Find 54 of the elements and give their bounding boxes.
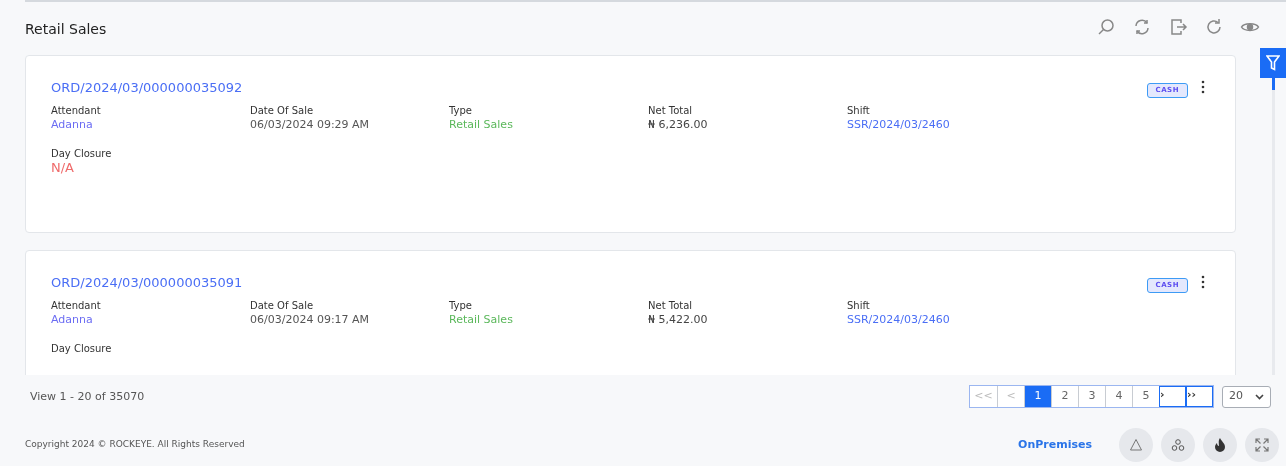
export-icon[interactable]: [1168, 17, 1188, 37]
chevron-icon: [1255, 393, 1264, 400]
field-label: Type: [449, 298, 473, 312]
page-title: Retail Sales: [25, 20, 107, 39]
field-label: Net Total: [648, 298, 694, 312]
refresh-icon[interactable]: [1204, 17, 1224, 37]
field-value: 06/03/2024 09:29 AM: [250, 116, 371, 133]
amount-value: ₦ 6,236.00: [648, 116, 709, 133]
field-label: Shift: [847, 103, 871, 117]
field-label: Date Of Sale: [250, 103, 315, 117]
attendant-link[interactable]: Adanna: [51, 116, 250, 133]
field-label: Net Total: [648, 103, 694, 117]
page-button[interactable]: 5: [1132, 386, 1159, 407]
field-value: 06/03/2024 09:17 AM: [250, 311, 371, 328]
fire-button[interactable]: [1203, 428, 1237, 462]
field-label: Type: [449, 103, 473, 117]
flame-icon: [1213, 437, 1227, 453]
cluster-button[interactable]: [1161, 428, 1195, 462]
copyright-text: Copyright 2024 © ROCKEYE. All Rights Reserved: [25, 438, 245, 452]
page-button[interactable]: 3: [1078, 386, 1105, 407]
sync-icon[interactable]: [1132, 17, 1152, 37]
more-icon[interactable]: [1201, 80, 1205, 94]
field-label: Attendant: [51, 103, 102, 117]
record-count: View 1 - 20 of 35070: [30, 389, 145, 405]
deployment-mode-link[interactable]: OnPremises: [1018, 436, 1092, 454]
field-label: Attendant: [51, 298, 102, 312]
filter-icon: [1266, 55, 1280, 71]
field-value: N/A: [51, 159, 75, 176]
type-value: Retail Sales: [449, 311, 514, 328]
more-icon[interactable]: [1201, 275, 1205, 289]
triangle-icon: [1129, 438, 1143, 452]
field-label: Day Closure: [51, 146, 113, 160]
page-button[interactable]: 1: [1024, 386, 1051, 407]
next-page-button[interactable]: ›: [1159, 386, 1186, 407]
search-icon[interactable]: [1096, 17, 1116, 37]
page-button[interactable]: 4: [1105, 386, 1132, 407]
page-size-select[interactable]: 20: [1222, 385, 1271, 408]
order-number-link[interactable]: ORD/2024/03/000000035092: [51, 80, 243, 95]
field-label: Shift: [847, 298, 871, 312]
attendant-link[interactable]: Adanna: [51, 311, 250, 328]
shift-link[interactable]: SSR/2024/03/2460: [847, 116, 1046, 133]
field-label: Date Of Sale: [250, 298, 315, 312]
expand-icon: [1255, 438, 1269, 452]
recycle-button[interactable]: [1119, 428, 1153, 462]
type-value: Retail Sales: [449, 116, 514, 133]
shift-link[interactable]: SSR/2024/03/2460: [847, 311, 1046, 328]
order-number-link[interactable]: ORD/2024/03/000000035091: [51, 275, 243, 290]
page-button[interactable]: 2: [1051, 386, 1078, 407]
amount-value: ₦ 5,422.00: [648, 311, 709, 328]
field-label: Day Closure: [51, 341, 113, 355]
fullscreen-button[interactable]: [1245, 428, 1279, 462]
last-page-button[interactable]: ››: [1186, 386, 1213, 407]
circles-icon: [1171, 438, 1185, 452]
filter-button[interactable]: [1260, 48, 1286, 78]
